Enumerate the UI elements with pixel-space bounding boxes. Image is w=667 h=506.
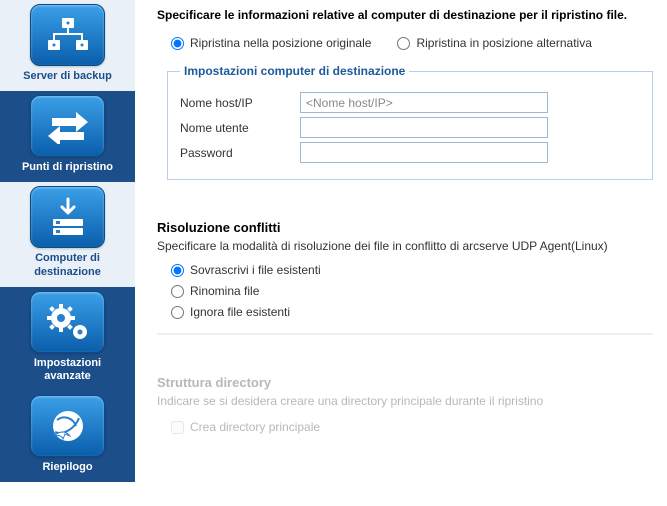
password-label: Password bbox=[180, 146, 300, 160]
password-input[interactable] bbox=[300, 142, 548, 163]
main-panel: Specificare le informazioni relative al … bbox=[135, 0, 667, 482]
host-label: Nome host/IP bbox=[180, 96, 300, 110]
radio-input[interactable] bbox=[397, 37, 410, 50]
nav-destination-computer[interactable]: Computer di destinazione bbox=[0, 182, 135, 286]
radio-restore-alternate[interactable]: Ripristina in posizione alternativa bbox=[397, 36, 591, 50]
download-drive-icon bbox=[30, 186, 105, 248]
radio-label: Sovrascrivi i file esistenti bbox=[190, 263, 321, 277]
gears-icon bbox=[30, 291, 105, 353]
directory-structure-section: Struttura directory Indicare se si desid… bbox=[157, 375, 653, 434]
radio-restore-original[interactable]: Ripristina nella posizione originale bbox=[171, 36, 371, 50]
radio-overwrite[interactable]: Sovrascrivi i file esistenti bbox=[171, 263, 653, 277]
nav-advanced-settings[interactable]: Impostazioni avanzate bbox=[0, 287, 135, 391]
radio-input[interactable] bbox=[171, 306, 184, 319]
arrows-icon bbox=[30, 95, 105, 157]
nav-label: Server di backup bbox=[19, 68, 116, 85]
separator bbox=[157, 333, 653, 335]
nav-summary[interactable]: Riepilogo bbox=[0, 391, 135, 482]
username-label: Nome utente bbox=[180, 121, 300, 135]
dir-title: Struttura directory bbox=[157, 375, 653, 390]
radio-input[interactable] bbox=[171, 37, 184, 50]
host-input[interactable] bbox=[300, 92, 548, 113]
checkbox-input bbox=[171, 421, 184, 434]
nav-label: Riepilogo bbox=[38, 459, 96, 476]
dir-desc: Indicare se si desidera creare una direc… bbox=[157, 394, 653, 408]
conflict-radio-group: Sovrascrivi i file esistenti Rinomina fi… bbox=[171, 263, 653, 319]
wizard-sidebar: Server di backup Punti di ripristino bbox=[0, 0, 135, 482]
nav-restore-points[interactable]: Punti di ripristino bbox=[0, 91, 135, 182]
radio-input[interactable] bbox=[171, 285, 184, 298]
radio-label: Rinomina file bbox=[190, 284, 259, 298]
nav-label: Impostazioni avanzate bbox=[30, 355, 105, 385]
radio-label: Ripristina nella posizione originale bbox=[190, 36, 371, 50]
radio-ignore[interactable]: Ignora file esistenti bbox=[171, 305, 653, 319]
checkbox-label: Crea directory principale bbox=[190, 420, 320, 434]
network-icon bbox=[30, 4, 105, 66]
username-input[interactable] bbox=[300, 117, 548, 138]
conflict-title: Risoluzione conflitti bbox=[157, 220, 653, 235]
nav-backup-server[interactable]: Server di backup bbox=[0, 0, 135, 91]
radio-input[interactable] bbox=[171, 264, 184, 277]
globe-arrow-icon bbox=[30, 395, 105, 457]
restore-location-radio-group: Ripristina nella posizione originale Rip… bbox=[171, 36, 653, 50]
destination-settings-group: Impostazioni computer di destinazione No… bbox=[167, 64, 653, 180]
nav-label: Punti di ripristino bbox=[18, 159, 117, 176]
radio-rename[interactable]: Rinomina file bbox=[171, 284, 653, 298]
group-legend: Impostazioni computer di destinazione bbox=[180, 64, 409, 78]
radio-label: Ripristina in posizione alternativa bbox=[416, 36, 591, 50]
checkbox-create-root-dir: Crea directory principale bbox=[171, 420, 653, 434]
page-title: Specificare le informazioni relative al … bbox=[157, 8, 653, 22]
radio-label: Ignora file esistenti bbox=[190, 305, 290, 319]
nav-label: Computer di destinazione bbox=[30, 250, 105, 280]
conflict-desc: Specificare la modalità di risoluzione d… bbox=[157, 239, 653, 253]
